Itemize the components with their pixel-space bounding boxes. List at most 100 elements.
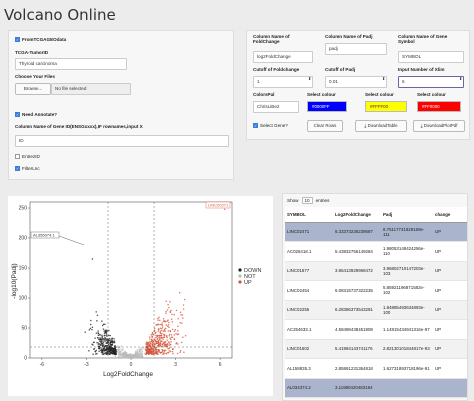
point-up [171,351,174,353]
padj-col-input[interactable]: padj [325,43,387,55]
point-up [161,322,163,324]
stepper-icon[interactable]: ⬍ [308,76,311,81]
point-not [128,354,131,356]
point-up [159,323,162,326]
point-down [89,323,92,326]
cutoff-fc-label: Cutoff of Foldchange [253,67,300,72]
point-up [158,323,160,326]
point-up [171,328,174,331]
point-not [127,355,129,357]
download-table-button[interactable]: ⤓ DownloadTable [355,120,407,132]
table-row[interactable]: AC025418.1 5.43832756149284 1.980531484242… [285,241,467,262]
filterlnc-checkbox[interactable]: FilterLnc [15,166,40,171]
point-not [137,353,139,355]
point-up [157,317,159,320]
point-up [167,324,170,326]
point-down [109,339,112,341]
table-cell-symbol: AL034374.2 [285,378,333,398]
point-up [159,331,161,334]
point-down [105,348,108,350]
stepper-icon[interactable]: ⬍ [382,76,385,81]
point-down [97,332,100,335]
header-symbol[interactable]: SYMBOL [285,207,333,223]
colorspal-select[interactable]: ChrisLiBe2 [253,101,299,113]
point-up [173,313,175,316]
fc-col-input[interactable]: log2FoldChange [253,51,313,63]
point-down [108,337,111,340]
plot-frame [29,201,233,359]
point-up [175,309,178,312]
point-up [164,340,167,343]
point-not [123,354,126,356]
y-tick-label: 250 [19,206,28,212]
point-down [104,336,106,339]
from-tcga-checkbox[interactable]: FromTCGAGEOdata [15,37,66,42]
point-down [113,353,115,356]
header-log2fc[interactable]: Log2FoldChange [333,207,381,223]
point-up [175,332,177,335]
x-tick-label: -6 [40,362,45,368]
table-row[interactable]: LINC02255 6.28386373543291 1.8488549363489… [285,300,467,320]
point-up [167,304,169,306]
clear-rows-button[interactable]: Clear Rows [307,120,343,132]
point-down [98,347,101,349]
point-down [111,343,113,346]
colour-picker-red[interactable]: #FF0000 [417,101,461,112]
point-up [152,340,154,342]
entrezid-checkbox[interactable]: EntrezID [15,154,40,159]
header-padj[interactable]: Padj [381,207,433,223]
left-sidebar-panel: FromTCGAGEOdata TCGA-TumorID Thyroid car… [8,30,234,180]
point-up [151,338,153,341]
table-length-control: Show 10 entries [287,197,329,204]
point-up [166,325,169,327]
table-cell-padj: 1.62731893718196e-91 [381,358,433,379]
fc-col-label: Column Name of FoldChange [253,34,309,44]
select-gene-label: Select Gene? [260,123,288,128]
point-up [161,324,163,326]
point-down [108,340,110,342]
point-down [95,349,98,352]
gene-symbol-input[interactable]: SYMBOL [398,51,464,63]
stepper-icon[interactable]: ⬍ [459,76,462,81]
need-annotate-checkbox[interactable]: Need Annotate? [15,112,57,117]
point-not [119,355,121,358]
point-up [158,345,161,347]
point-up [170,309,172,312]
xlim-input[interactable]: 6 [398,76,464,88]
results-table: SYMBOL Log2FoldChange Padj change LINC02… [285,207,467,398]
header-change[interactable]: change [433,207,467,223]
point-up [156,336,158,338]
colour-picker-blue[interactable]: #0000FF [307,101,347,112]
point-up [182,304,185,306]
column-name-gene-input[interactable]: ID [15,135,229,147]
y-tick-label: 0 [24,356,27,362]
download-plot-button[interactable]: ⤓ DownloadPlotPdf [413,120,465,132]
table-row[interactable]: LINC01602 5.41984143741176 2.8213010184481… [285,339,467,359]
point-down [101,320,103,322]
table-row[interactable]: AL034374.2 3.11980420483194 [285,378,467,398]
table-row[interactable]: LINC02454 6.08315737322235 5.8592119687158… [285,280,467,301]
table-cell-change [433,378,467,398]
point-up [159,334,161,337]
colour-picker-yellow[interactable]: #FFFF00 [365,101,407,112]
table-row[interactable]: AL158835.3 2.85861231364818 1.627318937181… [285,358,467,379]
entries-select[interactable]: 10 [301,197,313,204]
point-up [177,343,179,345]
cutoff-fc-input[interactable]: 1 [253,76,313,88]
need-annotate-label: Need Annotate? [22,112,58,117]
point-up [155,341,158,343]
table-row[interactable]: LINC01877 3.86413929968472 3.9680271014720… [285,261,467,281]
fc-col-label-text: Column Name of FoldChange [253,34,290,44]
browse-button[interactable]: Browse... [15,83,51,95]
point-up [161,332,163,335]
table-row[interactable]: AC254633.1 4.58498438451908 1.148154349413… [285,319,467,340]
point-down [103,349,106,351]
point-down [91,343,93,345]
point-down [93,348,95,350]
select-gene-checkbox[interactable]: Select Gene? [253,123,288,128]
cutoff-padj-input[interactable]: 0.01 [325,76,387,88]
tcga-tumor-select[interactable]: Thyroid carcinoma [15,58,127,70]
point-down [90,319,92,322]
point-up [170,340,172,343]
table-row[interactable]: LINC02471 6.33373236239587 8.7511774182816… [285,222,467,242]
